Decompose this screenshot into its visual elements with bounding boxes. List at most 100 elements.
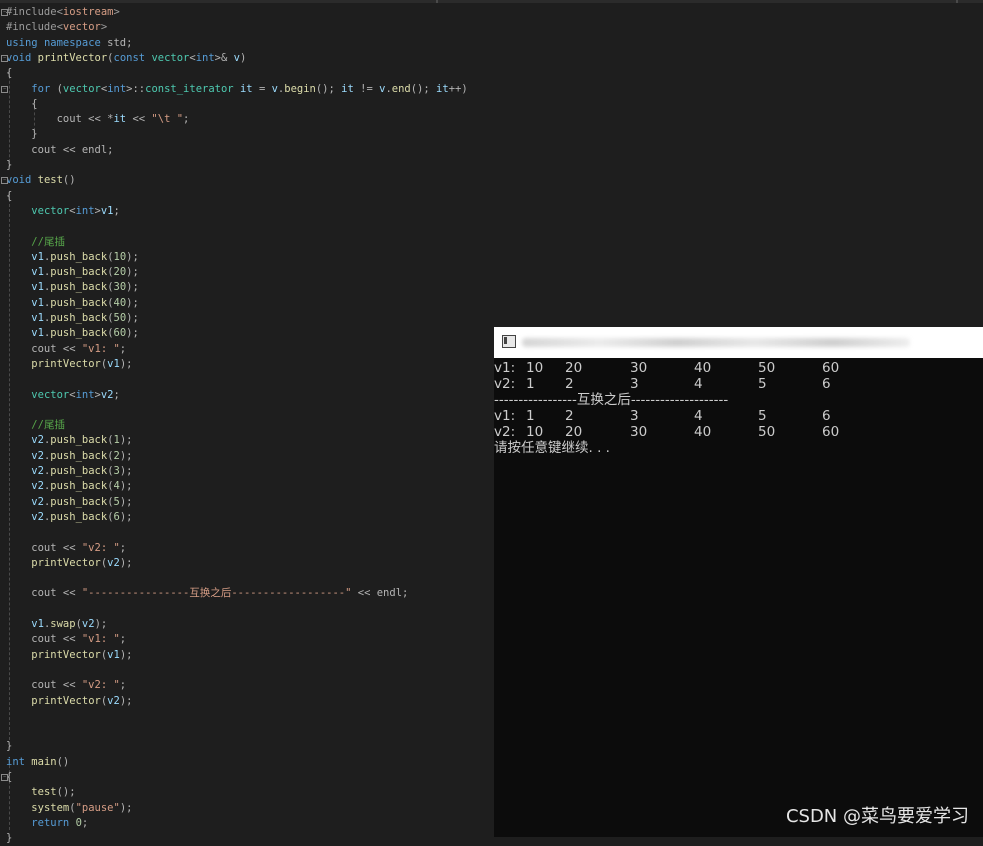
code-line[interactable]: vector<int>v2;: [6, 388, 120, 403]
code-line[interactable]: //尾插: [6, 418, 65, 433]
code-line[interactable]: {: [6, 189, 12, 204]
code-token: !=: [353, 82, 380, 95]
code-token: v2: [31, 510, 44, 523]
code-token: );: [126, 327, 139, 340]
code-token: "v2: ": [81, 679, 120, 692]
code-line[interactable]: v2.push_back(4);: [6, 479, 132, 494]
fold-toggle-icon[interactable]: −: [1, 177, 8, 185]
console-value: 1: [526, 408, 535, 424]
code-token: cout <<: [6, 587, 82, 600]
code-token: 10: [113, 250, 127, 263]
console-line: v2: 10 20 30 40 50 60: [494, 424, 983, 440]
console-value: 60: [822, 360, 840, 376]
code-line[interactable]: int main(): [6, 755, 69, 770]
code-token: v1: [31, 281, 44, 294]
code-token: push_back: [50, 250, 108, 263]
code-line[interactable]: v1.push_back(50);: [6, 311, 139, 326]
code-line[interactable]: return 0;: [6, 816, 88, 831]
code-token: printVector: [31, 648, 101, 661]
code-line[interactable]: }: [6, 158, 12, 173]
code-token: );: [94, 618, 108, 630]
code-token: swap: [50, 618, 76, 630]
code-line[interactable]: v2.push_back(5);: [6, 495, 133, 510]
code-token: vector: [151, 51, 190, 64]
code-line[interactable]: }: [6, 831, 12, 846]
code-line[interactable]: }: [6, 127, 37, 142]
code-line[interactable]: v2.push_back(2);: [6, 449, 132, 464]
console-value: 4: [694, 376, 703, 392]
code-line[interactable]: using namespace std;: [6, 36, 132, 51]
code-line[interactable]: v1.push_back(60);: [6, 326, 139, 341]
code-line[interactable]: v2.push_back(1);: [6, 433, 132, 448]
code-line[interactable]: v1.push_back(30);: [6, 280, 139, 295]
console-app-icon: [502, 335, 516, 348]
code-line[interactable]: v1.push_back(20);: [6, 265, 139, 280]
code-line[interactable]: #include<iostream>: [6, 5, 120, 20]
console-window[interactable]: v1: 10 20 30 40 50 60 v2: 1 2 3 4 5 6 ----------------…: [494, 327, 983, 837]
code-line[interactable]: //尾插: [6, 235, 65, 250]
code-line[interactable]: v1.push_back(40);: [6, 296, 139, 311]
code-line[interactable]: {: [6, 97, 37, 112]
code-line[interactable]: {: [6, 66, 12, 81]
code-token: int: [6, 755, 25, 768]
code-line[interactable]: printVector(v2);: [6, 694, 132, 709]
code-token: cout <<: [6, 541, 82, 554]
code-line[interactable]: cout << endl;: [6, 143, 113, 158]
code-token: int: [195, 51, 215, 64]
console-value: 20: [565, 424, 583, 440]
code-token: printVector: [31, 357, 101, 370]
code-token: ;: [113, 204, 120, 217]
code-line[interactable]: void test(): [6, 173, 76, 188]
code-line[interactable]: v1.push_back(10);: [6, 250, 139, 265]
fold-toggle-icon[interactable]: −: [1, 54, 8, 62]
code-line[interactable]: cout << "v2: ";: [6, 678, 126, 693]
code-token: );: [119, 465, 133, 477]
code-editor[interactable]: #include<iostream> − #include<vector> using…: [0, 3, 494, 844]
code-token: using: [6, 36, 38, 49]
code-line[interactable]: cout << "----------------互换之后-----------…: [6, 586, 408, 601]
code-line[interactable]: v2.push_back(3);: [6, 464, 133, 479]
code-line[interactable]: printVector(v2);: [6, 556, 132, 571]
code-token: v1: [107, 357, 120, 370]
code-line[interactable]: cout << "v2: ";: [6, 541, 126, 556]
code-line[interactable]: for (vector<int>::const_iterator it = v.…: [6, 82, 467, 97]
code-token: );: [126, 281, 139, 294]
code-token: 60: [113, 327, 127, 340]
code-line[interactable]: vector<int>v1;: [6, 204, 120, 219]
fold-toggle-icon[interactable]: −: [1, 85, 8, 93]
tab-divider: [956, 0, 958, 3]
code-token: );: [119, 495, 133, 508]
code-line[interactable]: cout << "v1: ";: [6, 342, 126, 357]
console-line: v2: 1 2 3 4 5 6: [494, 376, 983, 392]
code-token: cout <<: [6, 342, 82, 355]
code-token: push_back: [50, 480, 108, 493]
console-value: 2: [565, 376, 574, 392]
fold-toggle-icon[interactable]: −: [1, 774, 8, 781]
console-title-bar[interactable]: [494, 327, 983, 358]
code-line[interactable]: cout << *it << "\t ";: [6, 112, 190, 127]
code-line[interactable]: cout << "v1: ";: [6, 632, 126, 647]
code-token: //尾插: [31, 419, 65, 432]
code-line[interactable]: test();: [6, 785, 75, 800]
code-line[interactable]: v2.push_back(6);: [6, 510, 132, 525]
code-line[interactable]: void printVector(const vector<int>& v): [6, 51, 246, 66]
code-line[interactable]: #include<vector>: [6, 20, 107, 35]
fold-toggle-icon[interactable]: −: [1, 9, 8, 16]
code-token: "pause": [75, 801, 120, 814]
code-token: it: [113, 113, 127, 126]
code-token: int: [75, 204, 95, 217]
code-token: push_back: [50, 266, 108, 279]
code-line[interactable]: v1.swap(v2);: [6, 617, 107, 632]
code-line[interactable]: system("pause");: [6, 801, 132, 816]
code-token: );: [119, 556, 133, 569]
code-token: push_back: [50, 434, 108, 447]
console-value: 10: [526, 360, 544, 376]
code-line[interactable]: }: [6, 739, 12, 754]
console-value: 50: [758, 424, 776, 440]
code-token: << endl;: [351, 587, 409, 600]
code-line[interactable]: printVector(v1);: [6, 648, 132, 663]
code-line[interactable]: printVector(v1);: [6, 357, 132, 372]
